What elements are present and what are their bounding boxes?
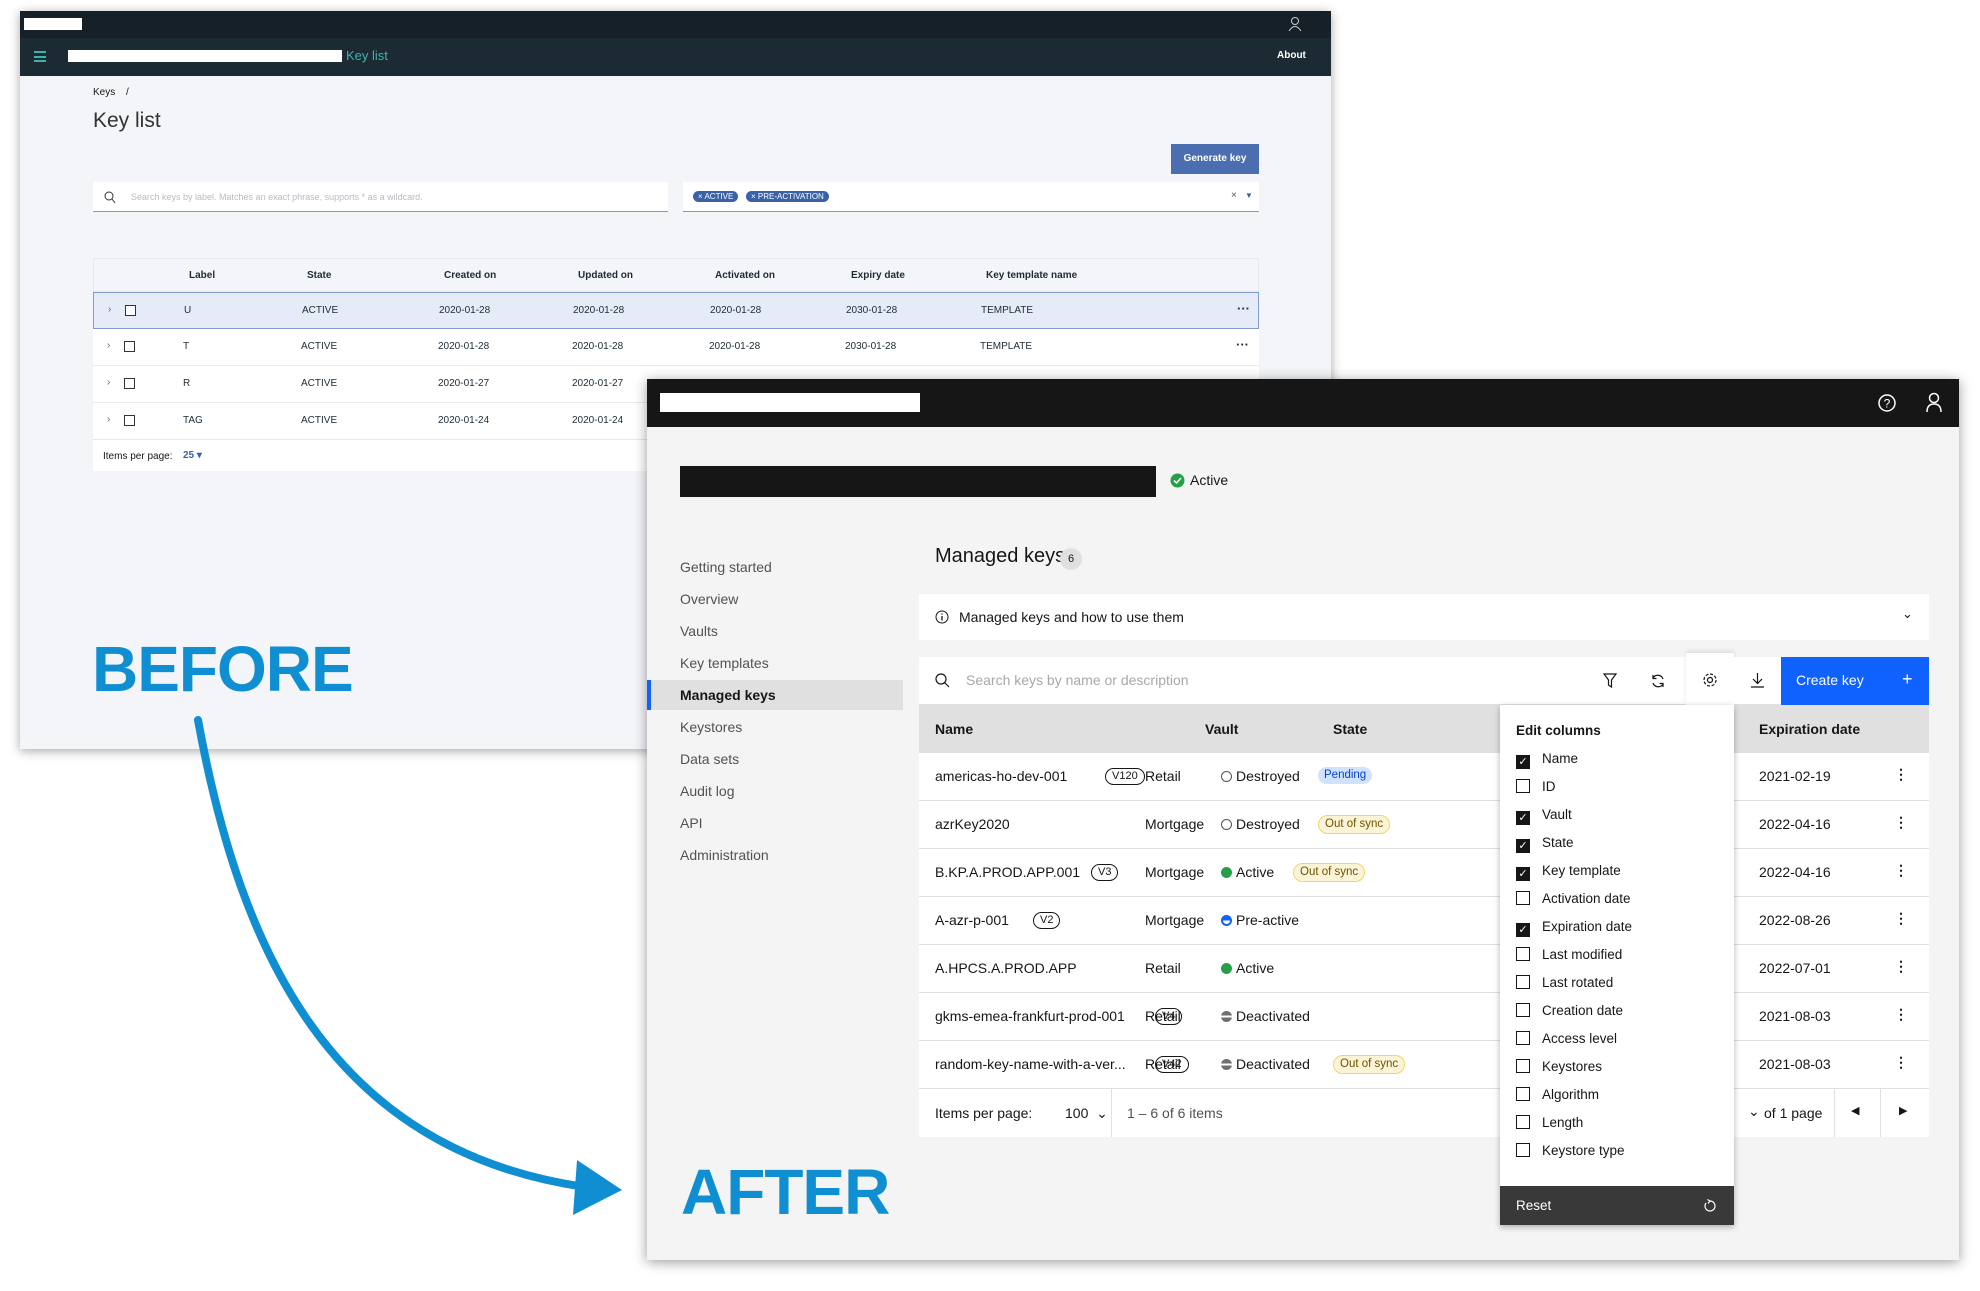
- transition-arrow-icon: [194, 716, 622, 1215]
